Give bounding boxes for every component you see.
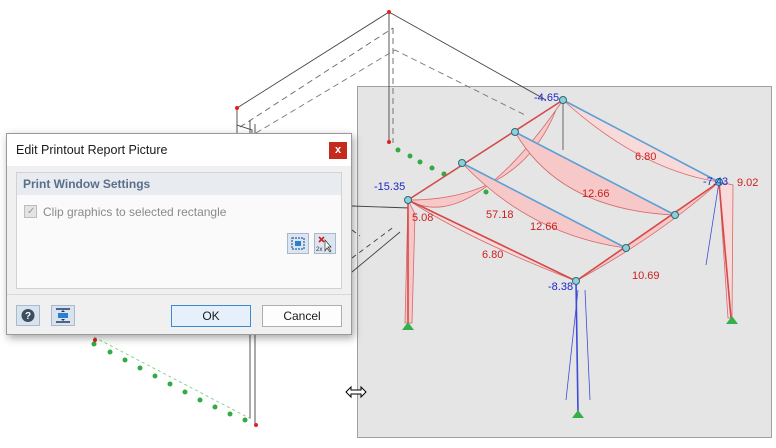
value-label: 57.18 bbox=[486, 209, 514, 221]
value-label: -8.38 bbox=[548, 281, 573, 293]
value-label: 6.80 bbox=[635, 151, 656, 163]
help-icon: ? bbox=[21, 309, 35, 322]
clip-graphics-label: Clip graphics to selected rectangle bbox=[43, 205, 227, 219]
clear-window-button[interactable]: 2x bbox=[314, 233, 336, 254]
footer-separator bbox=[7, 294, 351, 295]
select-window-button[interactable] bbox=[287, 233, 309, 254]
close-button[interactable]: x bbox=[329, 142, 347, 159]
value-label: 9.02 bbox=[737, 177, 758, 189]
value-label: 12.66 bbox=[582, 188, 610, 200]
print-window-settings-group: Print Window Settings ✓ Clip graphics to… bbox=[16, 172, 342, 289]
value-label: -4.65 bbox=[534, 92, 559, 104]
svg-text:2x: 2x bbox=[316, 247, 322, 253]
help-button[interactable]: ? bbox=[16, 305, 40, 326]
edit-printout-dialog: Edit Printout Report Picture x Print Win… bbox=[6, 133, 352, 335]
group-title: Print Window Settings bbox=[23, 177, 151, 191]
select-window-icon bbox=[291, 237, 305, 250]
clip-graphics-checkbox[interactable]: ✓ bbox=[24, 205, 37, 218]
value-label: 10.69 bbox=[632, 270, 660, 282]
value-label: -15.35 bbox=[374, 181, 405, 193]
value-label: -7.43 bbox=[703, 176, 728, 188]
resize-cursor-icon bbox=[345, 385, 367, 399]
group-header: Print Window Settings bbox=[17, 173, 341, 195]
value-label: 12.66 bbox=[530, 221, 558, 233]
ok-button[interactable]: OK bbox=[171, 305, 251, 327]
dialog-titlebar[interactable]: Edit Printout Report Picture x bbox=[7, 134, 351, 166]
value-label: 5.08 bbox=[412, 212, 433, 224]
fit-window-icon bbox=[56, 308, 70, 323]
clear-window-icon: 2x bbox=[316, 236, 332, 253]
selection-rectangle[interactable] bbox=[357, 86, 772, 438]
svg-text:?: ? bbox=[25, 311, 31, 322]
fit-window-button[interactable] bbox=[51, 305, 75, 326]
cancel-button[interactable]: Cancel bbox=[262, 305, 342, 327]
checkmark-icon: ✓ bbox=[27, 206, 36, 217]
dialog-title: Edit Printout Report Picture bbox=[16, 143, 168, 157]
value-label: 6.80 bbox=[482, 249, 503, 261]
